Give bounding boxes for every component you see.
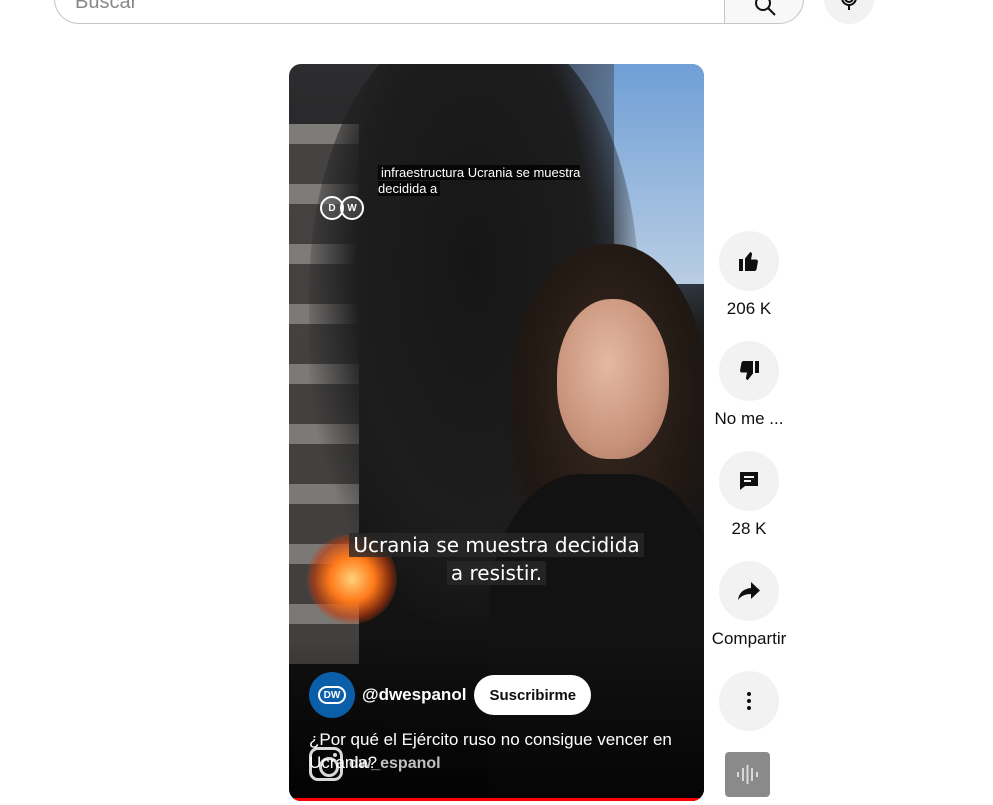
dislike-action: No me ...	[709, 341, 789, 429]
share-icon	[738, 582, 760, 600]
dislike-button[interactable]	[719, 341, 779, 401]
comment-icon	[740, 472, 758, 490]
video-subtitle: Ucrania se muestra decidida a resistir.	[289, 531, 704, 587]
like-count: 206 K	[726, 299, 772, 318]
search-icon	[755, 0, 776, 16]
search-input[interactable]: Buscar	[75, 0, 137, 14]
share-label: Compartir	[711, 629, 787, 648]
short-video-player[interactable]: DW infraestructura Ucrania se muestra de…	[289, 64, 704, 801]
progress-bar[interactable]	[289, 798, 704, 801]
dw-logo: DW	[320, 195, 366, 221]
video-title[interactable]: ¿Por qué el Ejército ruso no consigue ve…	[309, 728, 689, 774]
subscribe-button[interactable]: Suscribirme	[474, 675, 592, 715]
channel-handle[interactable]: @dwespanol	[362, 685, 466, 705]
more-action	[709, 671, 789, 731]
voice-search-button[interactable]	[824, 0, 874, 24]
comments-action: 28 K	[709, 451, 789, 539]
audio-waveform-icon	[737, 765, 758, 784]
more-vert-icon	[747, 692, 751, 710]
share-action: Compartir	[709, 561, 789, 649]
channel-avatar[interactable]: DW	[309, 672, 355, 718]
search-box[interactable]: Buscar	[54, 0, 725, 24]
mic-icon	[841, 0, 857, 10]
dislike-label: No me ...	[714, 409, 784, 428]
audio-source-button[interactable]	[725, 752, 770, 797]
search-button[interactable]	[724, 0, 804, 24]
share-button[interactable]	[719, 561, 779, 621]
thumb-up-icon	[739, 252, 758, 271]
like-button[interactable]	[719, 231, 779, 291]
channel-row: DW @dwespanol Suscribirme	[309, 672, 592, 718]
comments-button[interactable]	[719, 451, 779, 511]
video-top-caption: infraestructura Ucrania se muestra decid…	[378, 165, 581, 196]
thumb-down-icon	[740, 361, 759, 380]
subtitle-line-2: a resistir.	[446, 561, 547, 585]
like-action: 206 K	[709, 231, 789, 319]
video-frame-presenter-face	[557, 299, 669, 459]
more-options-button[interactable]	[719, 671, 779, 731]
progress-fill	[289, 798, 704, 801]
comments-count: 28 K	[731, 519, 767, 538]
subtitle-line-1: Ucrania se muestra decidida	[349, 533, 644, 557]
